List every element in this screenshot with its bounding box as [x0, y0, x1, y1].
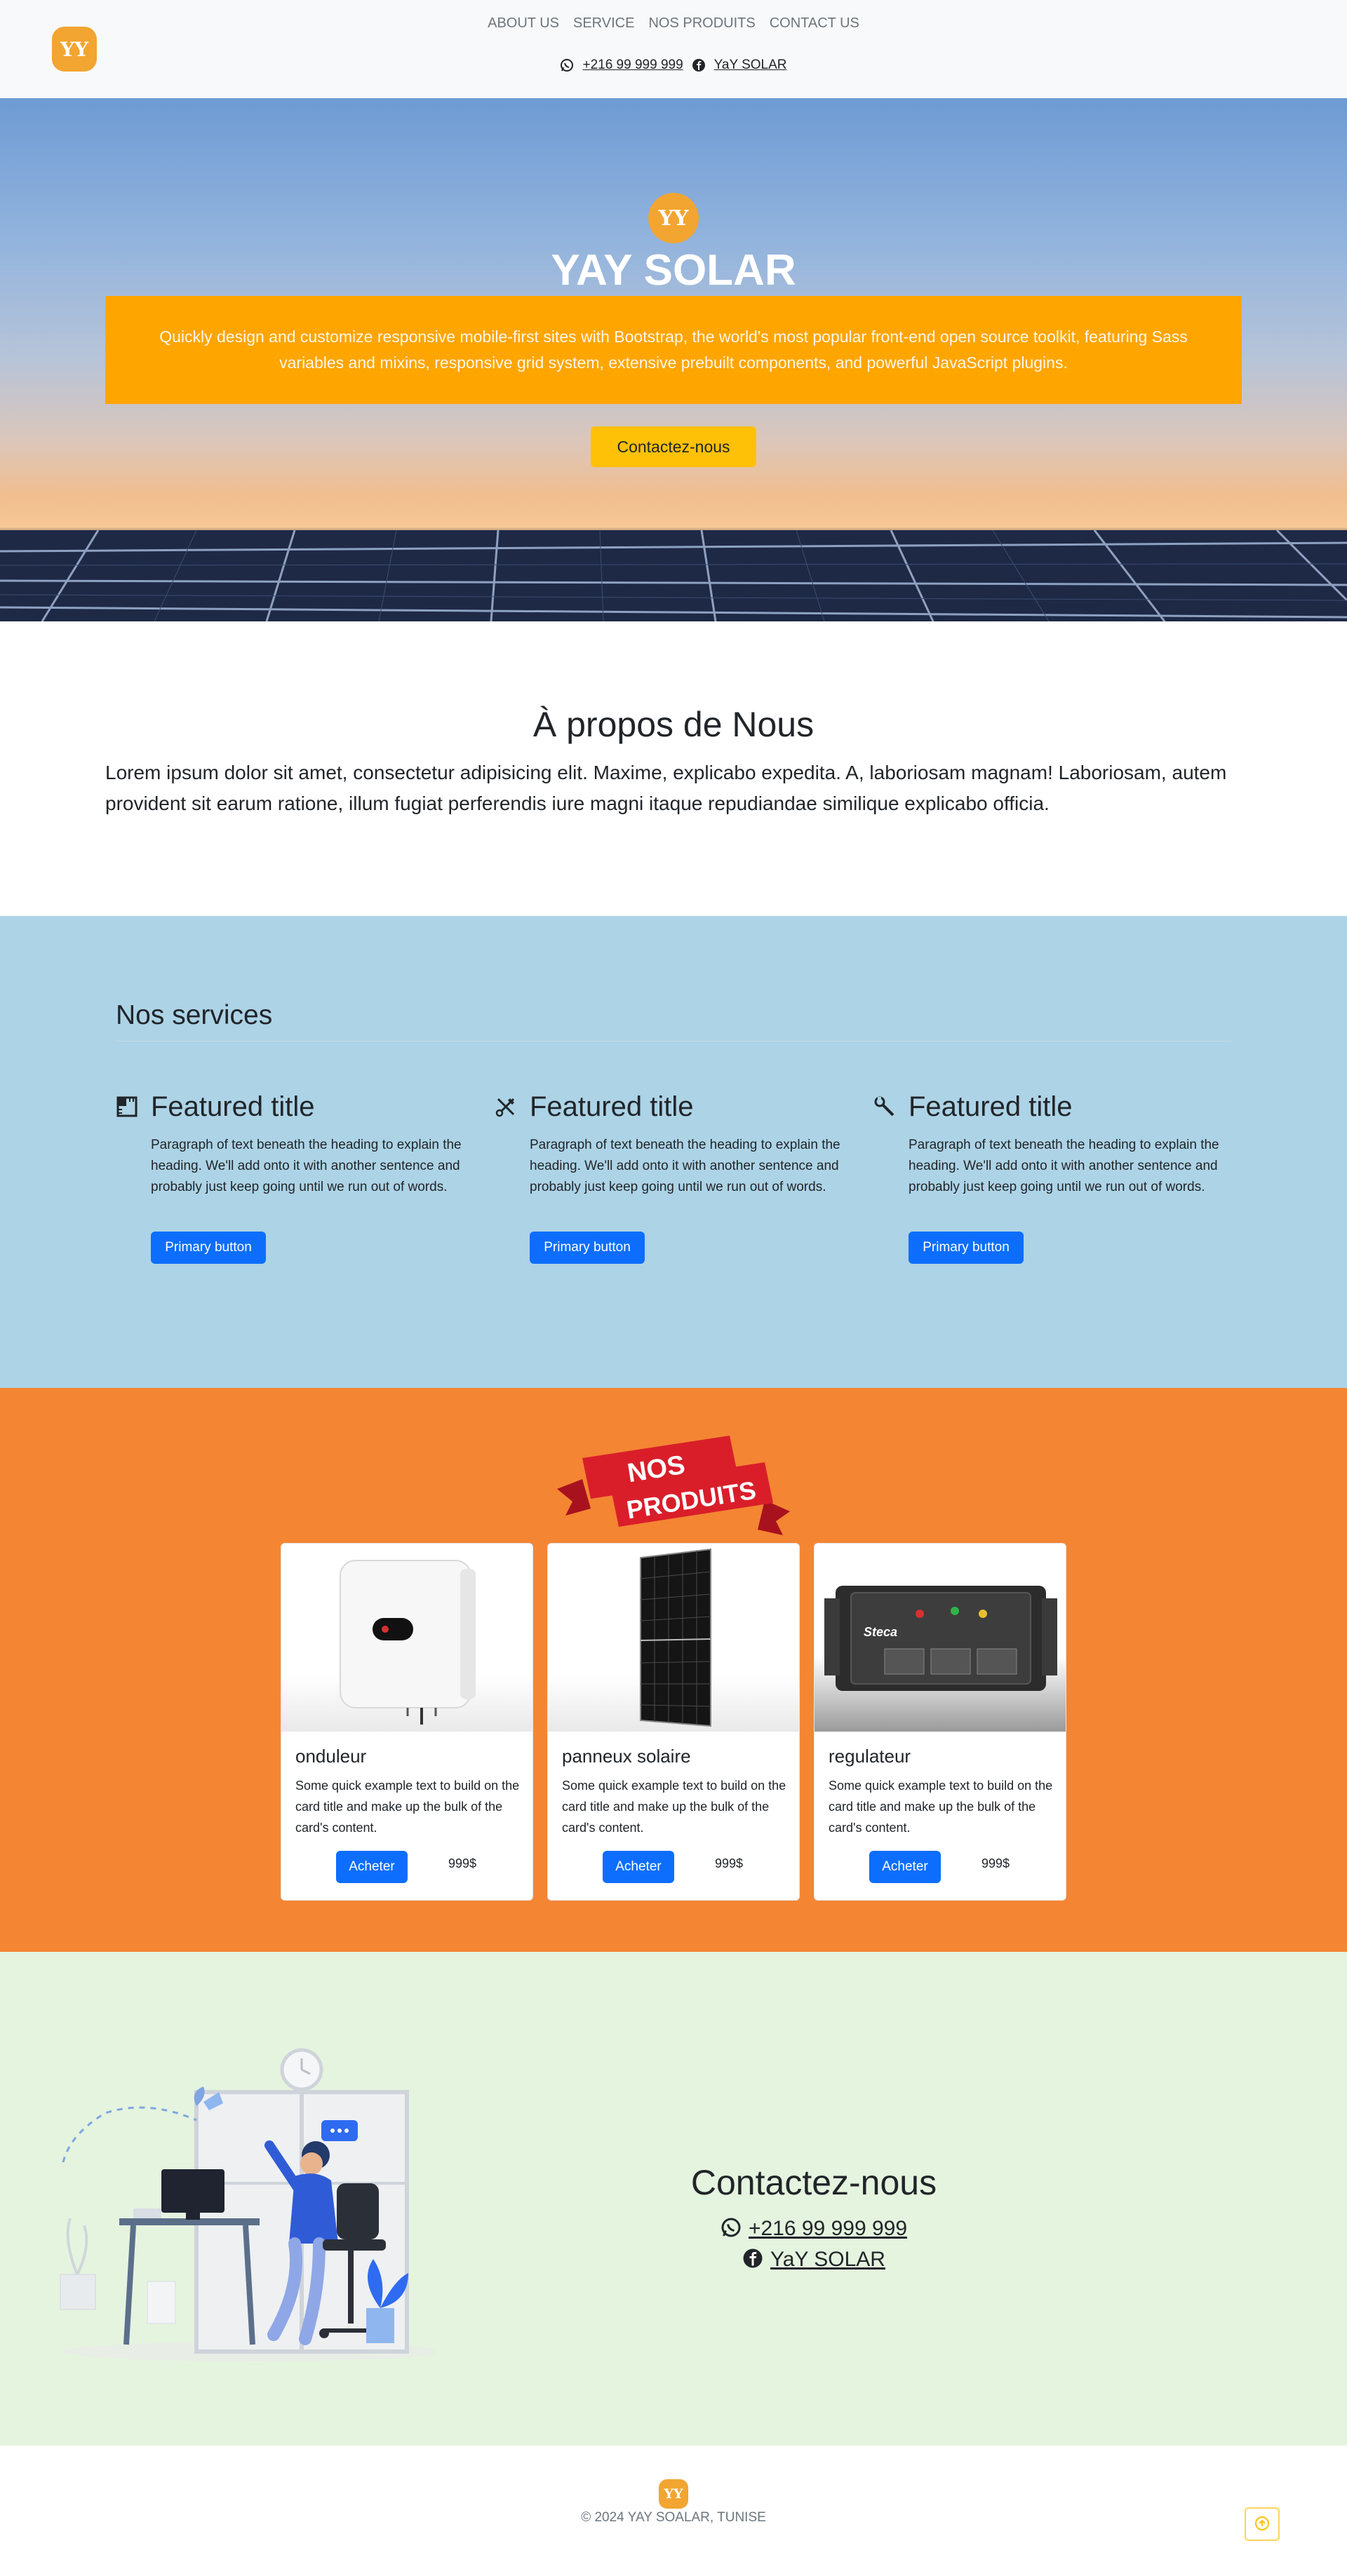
tools-icon: [495, 1095, 517, 1118]
product-title: onduleur: [295, 1746, 367, 1767]
regulator-brand-text: Steca: [864, 1625, 897, 1639]
about-section: À propos de Nous Lorem ipsum dolor sit a…: [0, 621, 1347, 916]
product-price: 999$: [715, 1856, 744, 1870]
hero-lead-text: Quickly design and customize responsive …: [159, 328, 1188, 372]
product-price: 999$: [448, 1856, 477, 1870]
product-text: Some quick example text to build on the …: [295, 1779, 520, 1835]
nav-facebook-link[interactable]: YaY SOLAR: [714, 58, 787, 73]
hero-title: YAY SOLAR: [551, 246, 796, 295]
footer-logo: YY: [659, 2479, 688, 2509]
nav-link-service[interactable]: SERVICE: [573, 15, 634, 32]
footer-copyright: © 2024 YAY SOALAR, TUNISE: [581, 2510, 766, 2525]
service-text: Paragraph of text beneath the heading to…: [909, 1138, 1219, 1194]
products-section: NOS PRODUITS onduleur Some quick example…: [0, 1388, 1347, 1952]
buy-button[interactable]: Acheter: [603, 1851, 674, 1883]
whatsapp-icon: [721, 2217, 742, 2241]
product-image-solar-panel: [548, 1544, 799, 1732]
service-primary-button[interactable]: Primary button: [151, 1232, 266, 1264]
service-text: Paragraph of text beneath the heading to…: [530, 1138, 840, 1194]
hero-section: YY YAY SOLAR Quickly design and customiz…: [0, 98, 1347, 621]
service-title: Featured title: [909, 1091, 1073, 1122]
product-card-panneux-solaire: panneux solaire Some quick example text …: [547, 1543, 800, 1901]
service-title: Featured title: [530, 1091, 694, 1122]
service-primary-button[interactable]: Primary button: [909, 1232, 1024, 1264]
product-price: 999$: [981, 1856, 1010, 1870]
contact-facebook-row: YaY SOLAR: [674, 2248, 954, 2272]
facebook-icon: [742, 2248, 763, 2272]
about-text: Lorem ipsum dolor sit amet, consectetur …: [105, 762, 1227, 814]
office-illustration: [60, 2048, 435, 2361]
product-title: regulateur: [829, 1746, 911, 1767]
footer: YY © 2024 YAY SOALAR, TUNISE: [0, 2446, 1347, 2576]
service-text: Paragraph of text beneath the heading to…: [151, 1138, 462, 1194]
product-image-inverter: [281, 1544, 532, 1732]
footer-logo-text: YY: [664, 2486, 683, 2502]
product-card-onduleur: onduleur Some quick example text to buil…: [281, 1543, 533, 1901]
navbar: YY ABOUT US SERVICE NOS PRODUITS CONTACT…: [0, 0, 1347, 98]
back-to-top-button[interactable]: [1245, 2507, 1280, 2541]
services-title: Nos services: [116, 1000, 273, 1030]
services-section: Nos services Featured title Paragraph of…: [0, 916, 1347, 1388]
whatsapp-icon: [560, 58, 574, 72]
contact-facebook-link[interactable]: YaY SOLAR: [770, 2248, 885, 2272]
about-title: À propos de Nous: [532, 705, 815, 744]
nav-contact: +216 99 999 999 YaY SOLAR: [0, 58, 1347, 73]
buy-button[interactable]: Acheter: [869, 1851, 941, 1883]
hero-logo-text: YY: [658, 205, 689, 231]
nav-phone-link[interactable]: +216 99 999 999: [582, 58, 683, 73]
hero-lead-box: Quickly design and customize responsive …: [105, 296, 1242, 404]
product-text: Some quick example text to build on the …: [562, 1779, 786, 1835]
nav-link-products[interactable]: NOS PRODUITS: [648, 15, 755, 32]
contact-phone-link[interactable]: +216 99 999 999: [749, 2217, 907, 2241]
arrow-up-circle-icon: [1254, 2516, 1270, 2533]
product-title: panneux solaire: [562, 1746, 691, 1767]
nav-link-contact[interactable]: CONTACT US: [770, 15, 859, 32]
service-primary-button[interactable]: Primary button: [530, 1232, 645, 1264]
hero-logo: YY: [648, 193, 699, 243]
product-text: Some quick example text to build on the …: [829, 1779, 1053, 1835]
ruler-icon: [116, 1095, 138, 1118]
contact-title: Contactez-nous: [690, 2163, 937, 2202]
solar-panels-image: [0, 530, 1347, 621]
nos-produits-ribbon: NOS PRODUITS: [557, 1436, 790, 1535]
contact-phone-row: +216 99 999 999: [674, 2217, 954, 2241]
contact-section: Contactez-nous +216 99 999 999 YaY SOLAR: [0, 1952, 1347, 2446]
contact-cta-button[interactable]: Contactez-nous: [591, 426, 756, 467]
product-image-regulator: Steca: [815, 1544, 1066, 1732]
buy-button[interactable]: Acheter: [336, 1851, 408, 1883]
nav-links: ABOUT US SERVICE NOS PRODUITS CONTACT US: [0, 15, 1347, 32]
service-title: Featured title: [151, 1091, 315, 1122]
nav-link-about[interactable]: ABOUT US: [488, 15, 559, 32]
product-card-regulateur: Steca regulateur Some quick example text…: [814, 1543, 1066, 1901]
facebook-icon: [692, 58, 706, 72]
wrench-icon: [873, 1095, 896, 1118]
